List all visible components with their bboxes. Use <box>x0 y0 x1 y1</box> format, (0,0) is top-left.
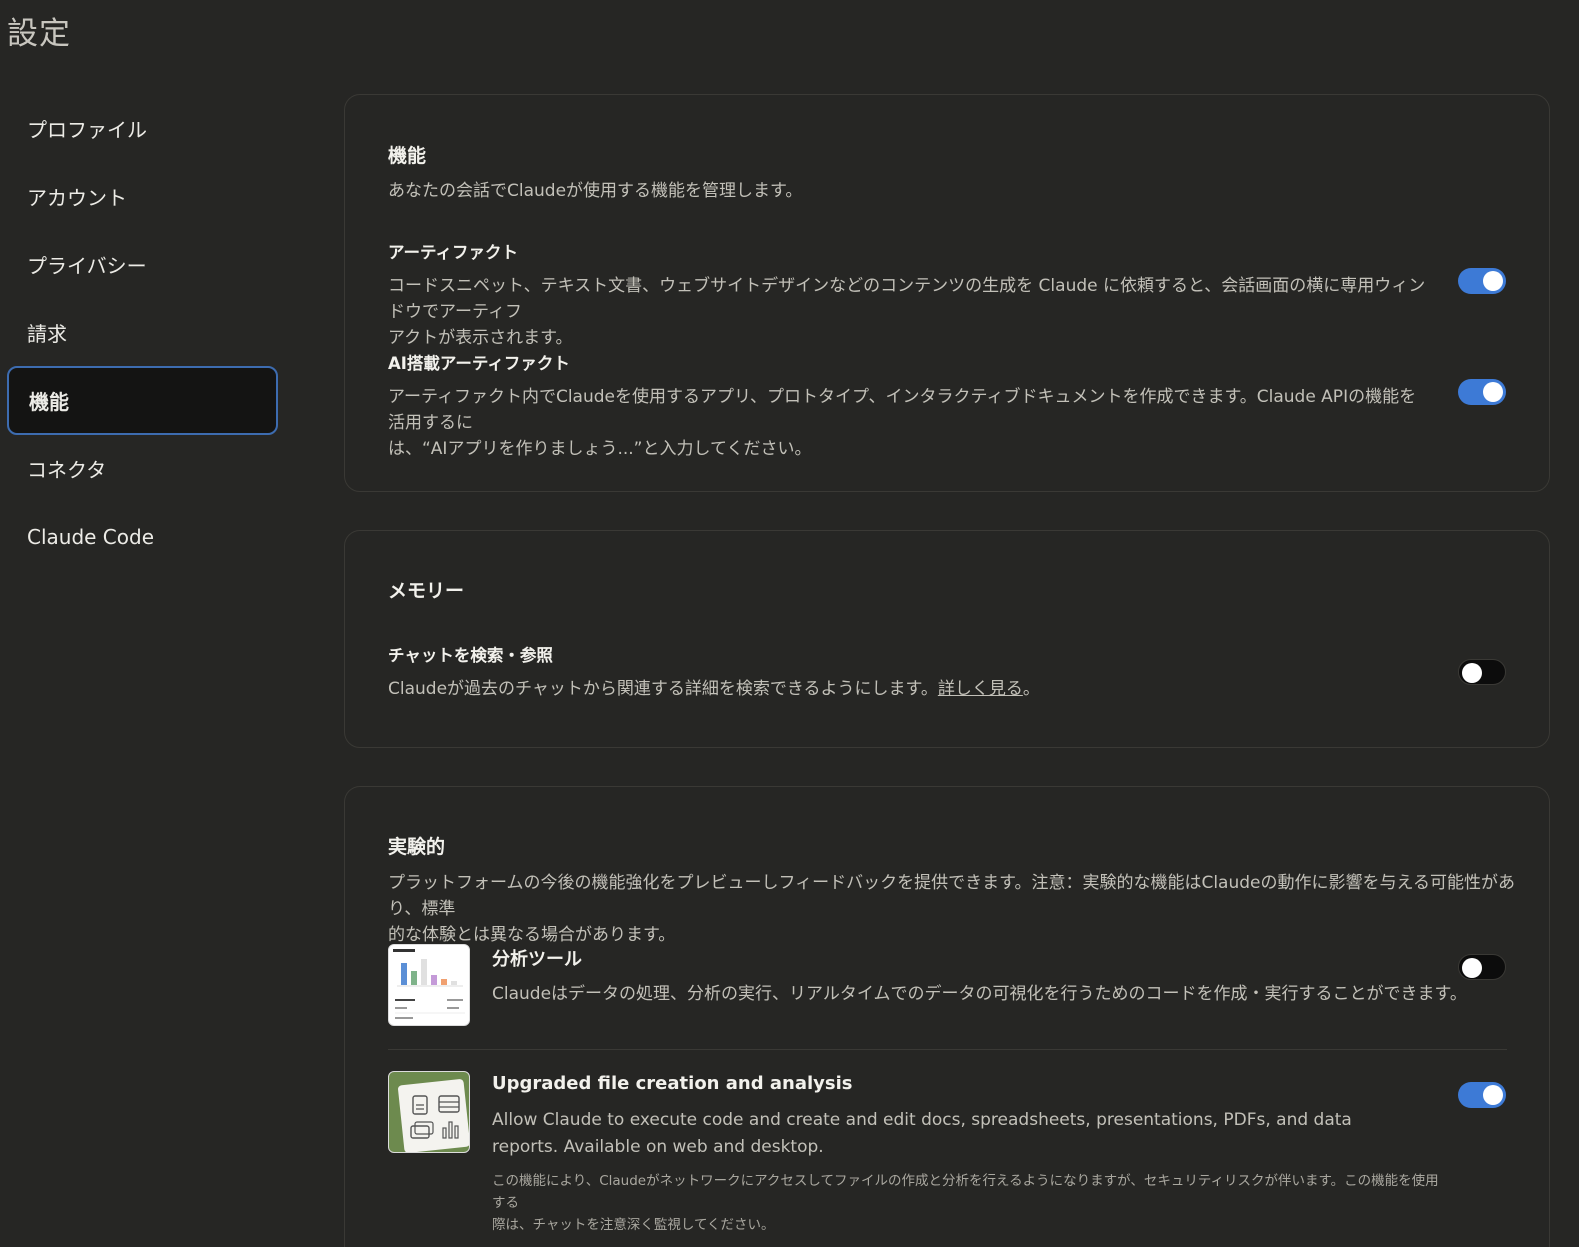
artifacts-description: コードスニペット、テキスト文書、ウェブサイトデザインなどのコンテンツの生成を C… <box>388 273 1428 351</box>
memory-title: メモリー <box>388 580 465 602</box>
search-chats-description: Claudeが過去のチャットから関連する詳細を検索できるようにします。 <box>388 679 938 699</box>
artifacts-description-line2: アクトが表示されます。 <box>388 328 573 348</box>
file-creation-description-line2: reports. Available on web and desktop. <box>492 1137 824 1157</box>
artifacts-description-line1: コードスニペット、テキスト文書、ウェブサイトデザインなどのコンテンツの生成を C… <box>388 276 1426 322</box>
sidebar-item-profile[interactable]: プロファイル <box>7 94 278 163</box>
file-creation-title: Upgraded file creation and analysis <box>492 1073 853 1094</box>
experimental-description: プラットフォームの今後の機能強化をプレビューしフィードバックを提供できます。注意… <box>388 870 1518 948</box>
sidebar-item-billing[interactable]: 請求 <box>7 298 278 367</box>
toggle-knob <box>1483 271 1503 291</box>
sidebar-item-features[interactable]: 機能 <box>7 366 278 435</box>
analysis-tool-toggle[interactable] <box>1458 954 1506 980</box>
search-chats-suffix: 。 <box>1022 679 1040 699</box>
ai-artifacts-title: AI搭載アーティファクト <box>388 354 570 373</box>
features-title: 機能 <box>388 145 427 167</box>
setting-search-chats: チャットを検索・参照 Claudeが過去のチャットから関連する詳細を検索できるよ… <box>388 642 1428 702</box>
file-creation-description-line1: Allow Claude to execute code and create … <box>492 1110 1352 1130</box>
search-chats-title: チャットを検索・参照 <box>388 646 553 665</box>
features-card: 機能 あなたの会話でClaudeが使用する機能を管理します。 アーティファクト … <box>344 94 1550 492</box>
ai-artifacts-toggle[interactable] <box>1458 379 1506 405</box>
sidebar-item-account[interactable]: アカウント <box>7 162 278 231</box>
settings-sidebar: プロファイル アカウント プライバシー 請求 機能 コネクタ Claude Co… <box>7 94 278 570</box>
file-creation-description: Allow Claude to execute code and create … <box>492 1107 1452 1161</box>
search-chats-toggle[interactable] <box>1458 659 1506 685</box>
experimental-card: 実験的 プラットフォームの今後の機能強化をプレビューしフィードバックを提供できま… <box>344 786 1550 1247</box>
file-creation-note-line1: この機能により、Claudeがネットワークにアクセスしてファイルの作成と分析を行… <box>492 1173 1439 1211</box>
file-creation-note-line2: 際は、チャットを注意深く監視してください。 <box>492 1217 775 1233</box>
sidebar-item-claude-code[interactable]: Claude Code <box>7 502 278 571</box>
experimental-description-line1: プラットフォームの今後の機能強化をプレビューしフィードバックを提供できます。注意… <box>388 873 1515 919</box>
toggle-knob <box>1483 1085 1503 1105</box>
tool-divider <box>388 1049 1507 1050</box>
experimental-title: 実験的 <box>388 836 446 858</box>
ai-artifacts-description: アーティファクト内でClaudeを使用するアプリ、プロトタイプ、インタラクティブ… <box>388 384 1428 462</box>
memory-card: メモリー チャットを検索・参照 Claudeが過去のチャットから関連する詳細を検… <box>344 530 1550 748</box>
toggle-knob <box>1462 958 1482 978</box>
ai-artifacts-description-line2: は、“AIアプリを作りましょう...”と入力してください。 <box>388 439 812 459</box>
analysis-tool-description: Claudeはデータの処理、分析の実行、リアルタイムでのデータの可視化を行うため… <box>492 984 1467 1004</box>
settings-page: 設定 プロファイル アカウント プライバシー 請求 機能 コネクタ Claude… <box>0 0 1579 1247</box>
toggle-knob <box>1483 382 1503 402</box>
features-description: あなたの会話でClaudeが使用する機能を管理します。 <box>388 181 803 201</box>
file-creation-thumbnail-icon <box>388 1071 470 1153</box>
artifacts-toggle[interactable] <box>1458 268 1506 294</box>
file-creation-toggle[interactable] <box>1458 1082 1506 1108</box>
learn-more-link[interactable]: 詳しく見る <box>938 679 1023 699</box>
sidebar-item-privacy[interactable]: プライバシー <box>7 230 278 299</box>
setting-ai-artifacts: AI搭載アーティファクト アーティファクト内でClaudeを使用するアプリ、プロ… <box>388 350 1428 462</box>
page-title: 設定 <box>7 16 71 52</box>
ai-artifacts-description-line1: アーティファクト内でClaudeを使用するアプリ、プロトタイプ、インタラクティブ… <box>388 387 1417 433</box>
analysis-tool-title: 分析ツール <box>492 949 582 970</box>
toggle-knob <box>1462 663 1482 683</box>
analysis-thumbnail-icon <box>388 944 470 1026</box>
artifacts-title: アーティファクト <box>388 243 519 262</box>
search-chats-description-row: Claudeが過去のチャットから関連する詳細を検索できるようにします。詳しく見る… <box>388 676 1428 702</box>
file-creation-note: この機能により、Claudeがネットワークにアクセスしてファイルの作成と分析を行… <box>492 1170 1452 1236</box>
sidebar-item-connectors[interactable]: コネクタ <box>7 434 278 503</box>
setting-artifacts: アーティファクト コードスニペット、テキスト文書、ウェブサイトデザインなどのコン… <box>388 239 1428 351</box>
